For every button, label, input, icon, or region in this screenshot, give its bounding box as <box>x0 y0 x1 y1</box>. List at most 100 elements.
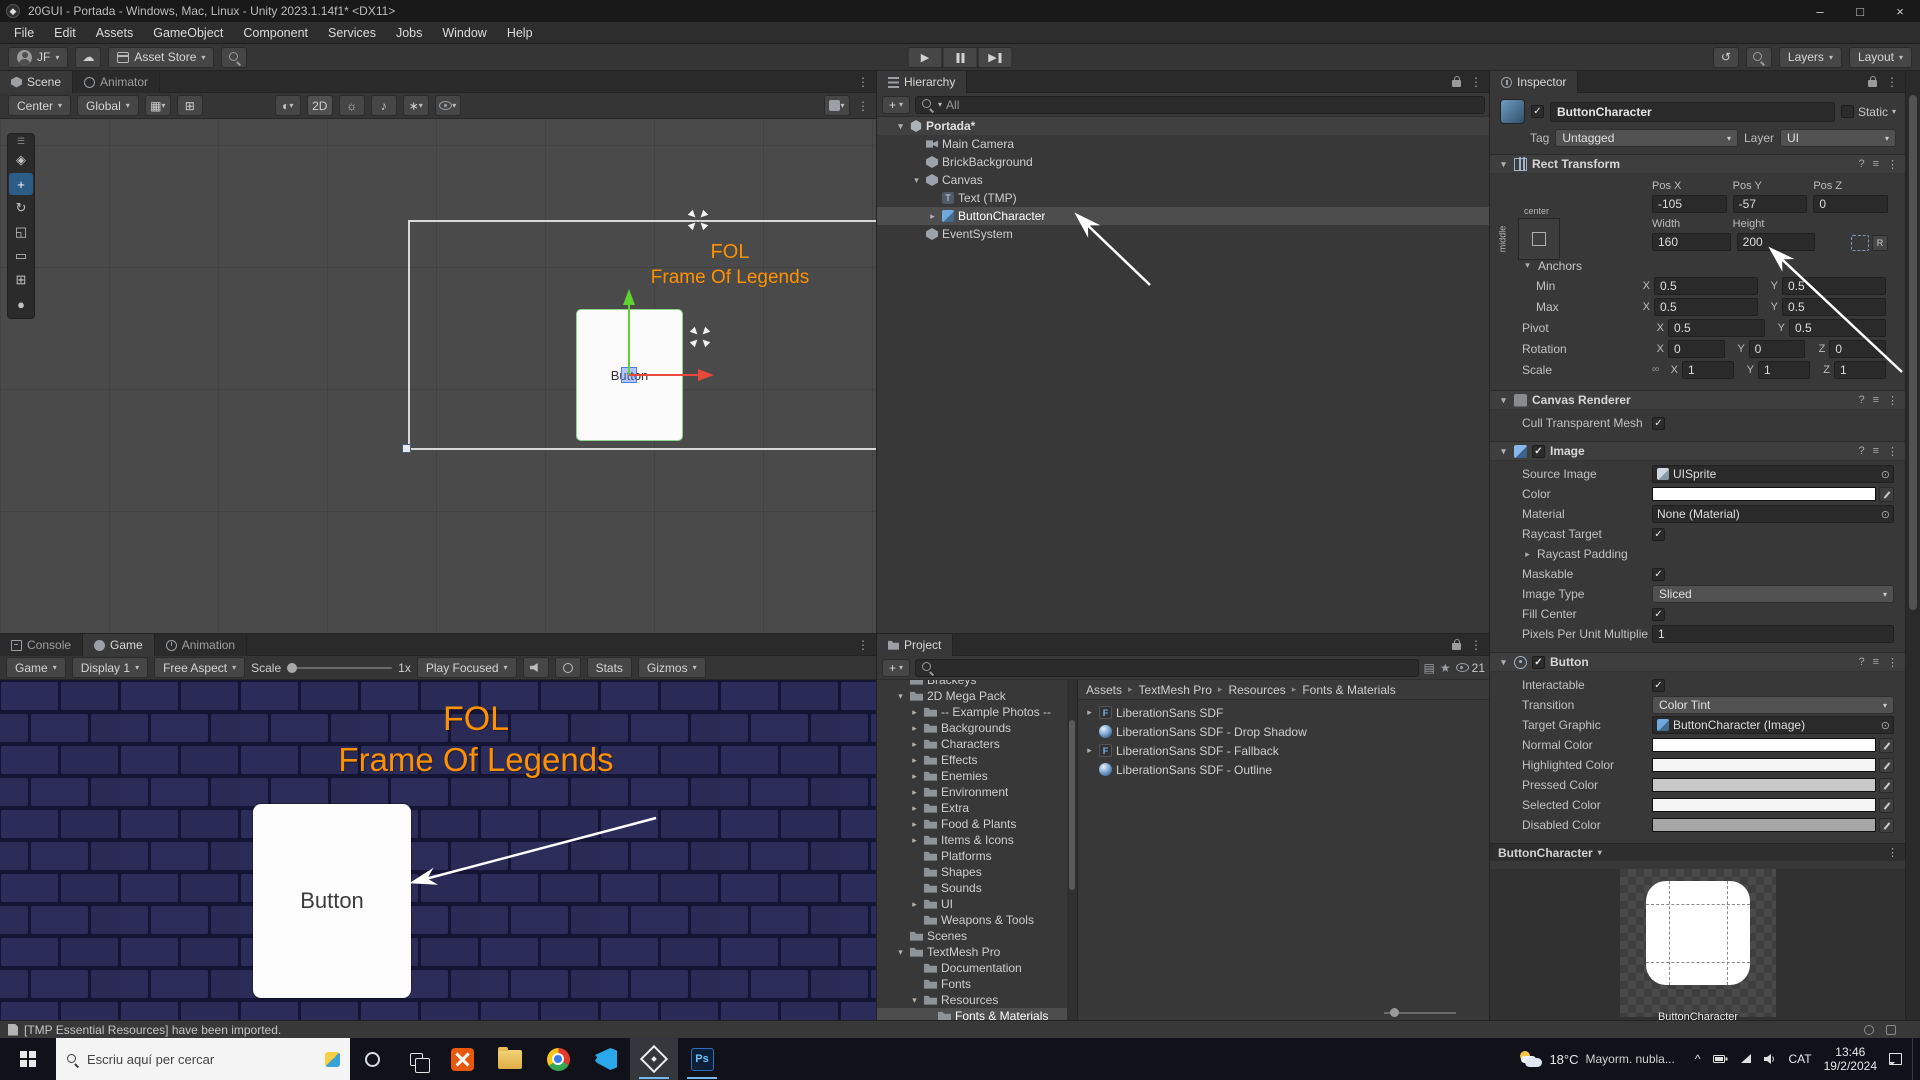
start-button[interactable] <box>0 1038 56 1080</box>
kebab-menu-icon[interactable]: ⋮ <box>1887 394 1898 407</box>
stats-button[interactable]: Stats <box>587 657 632 678</box>
foldout-arrow-icon[interactable]: ▾ <box>909 995 920 1006</box>
quick-search-button[interactable] <box>221 47 247 68</box>
account-dropdown[interactable]: JF ▾ <box>8 47 68 68</box>
blueprint-mode-icon[interactable] <box>1851 235 1869 251</box>
asset-liberationsans-sdf-fallback[interactable]: ▸FLiberationSans SDF - Fallback <box>1078 741 1490 760</box>
pos-x-field[interactable]: -105 <box>1652 195 1727 213</box>
hierarchy-item-brickbackground[interactable]: BrickBackground <box>877 153 1490 171</box>
foldout-arrow-icon[interactable]: ▸ <box>909 723 920 734</box>
action-center-icon[interactable] <box>1889 1053 1902 1065</box>
move-tool[interactable]: + <box>9 173 33 195</box>
number-field[interactable]: 1 <box>1758 361 1810 379</box>
effects-dropdown[interactable]: ∗▾ <box>403 95 429 116</box>
tab-animator[interactable]: Animator <box>73 71 160 93</box>
project-folder-resources[interactable]: ▾Resources <box>877 992 1077 1008</box>
foldout-arrow-icon[interactable]: ▸ <box>909 835 920 846</box>
foldout-arrow-icon[interactable]: ▸ <box>909 739 920 750</box>
breadcrumb-fonts-materials[interactable]: Fonts & Materials <box>1302 683 1395 697</box>
scrollbar-thumb[interactable] <box>1909 95 1917 610</box>
lock-icon[interactable] <box>1452 643 1461 650</box>
component-enabled-checkbox[interactable]: ✓ <box>1532 445 1545 458</box>
search-by-type-icon[interactable]: ▤ <box>1424 661 1435 675</box>
menu-item-edit[interactable]: Edit <box>44 22 86 44</box>
number-field[interactable]: 1 <box>1652 625 1894 643</box>
slider-knob[interactable] <box>1390 1008 1399 1017</box>
tab-inspector[interactable]: Inspector <box>1490 71 1578 93</box>
project-search-input[interactable] <box>938 661 1413 675</box>
tab-scene[interactable]: Scene <box>0 71 73 93</box>
project-folder-sounds[interactable]: Sounds <box>877 880 1077 896</box>
lighting-toggle-button[interactable]: ☼ <box>339 95 365 116</box>
game-button[interactable]: Button <box>253 804 411 998</box>
layers-dropdown[interactable]: Layers ▾ <box>1779 47 1842 68</box>
gizmos-dropdown[interactable]: Gizmos▾ <box>638 657 706 678</box>
aspect-dropdown[interactable]: Free Aspect▾ <box>154 657 245 678</box>
vscode[interactable] <box>582 1038 630 1080</box>
project-folder-characters[interactable]: ▸Characters <box>877 736 1077 752</box>
tab-hierarchy[interactable]: Hierarchy <box>877 71 967 93</box>
pos-z-field[interactable]: 0 <box>1813 195 1888 213</box>
rect-corner-handle[interactable] <box>402 444 411 453</box>
number-field[interactable]: 0 <box>1829 340 1886 358</box>
anchor-preset-button[interactable]: center middle <box>1500 206 1572 270</box>
number-field[interactable]: 0.5 <box>1782 298 1886 316</box>
number-field[interactable]: 0 <box>1749 340 1806 358</box>
hidden-packages-count[interactable]: 21 <box>1456 661 1485 675</box>
favorites-icon[interactable]: ★ <box>1440 661 1451 675</box>
raw-edit-button[interactable]: R <box>1872 235 1888 251</box>
kebab-menu-icon[interactable]: ⋮ <box>1470 638 1482 652</box>
number-field[interactable]: 1 <box>1834 361 1886 379</box>
object-picker-icon[interactable]: ⊙ <box>1881 719 1890 732</box>
foldout-arrow-icon[interactable]: ▸ <box>1084 707 1095 718</box>
task-view-button[interactable] <box>394 1038 438 1080</box>
scene-viewport[interactable]: FOL Frame Of Legends Button ☰◈+↻◱▭⊞● <box>0 119 877 634</box>
pos-y-field[interactable]: -57 <box>1733 195 1808 213</box>
project-folder-environment[interactable]: ▸Environment <box>877 784 1077 800</box>
object-field[interactable]: UISprite⊙ <box>1652 465 1894 483</box>
kebab-menu-icon[interactable]: ⋮ <box>1886 75 1898 89</box>
grid-visibility-button[interactable]: ▦▾ <box>145 95 171 116</box>
custom-tool[interactable]: ● <box>9 293 33 315</box>
tool-pivot-dropdown[interactable]: Center▾ <box>8 95 71 116</box>
lock-icon[interactable] <box>1452 80 1461 87</box>
foldout-arrow-icon[interactable]: ▾ <box>1498 395 1509 406</box>
project-folder-textmesh-pro[interactable]: ▾TextMesh Pro <box>877 944 1077 960</box>
rotate-tool[interactable]: ↻ <box>9 197 33 219</box>
mute-audio-button[interactable] <box>523 657 549 678</box>
battery-icon[interactable] <box>1713 1054 1728 1064</box>
dropdown[interactable]: Color Tint▾ <box>1652 696 1894 714</box>
eyedropper-icon[interactable] <box>1879 758 1894 773</box>
object-field[interactable]: ButtonCharacter (Image)⊙ <box>1652 716 1894 734</box>
foldout-arrow-icon[interactable]: ▸ <box>909 899 920 910</box>
tool-strip-grip[interactable]: ☰ <box>17 136 25 148</box>
menu-item-gameobject[interactable]: GameObject <box>143 22 233 44</box>
color-field[interactable] <box>1652 487 1894 502</box>
scene-camera-dropdown[interactable]: ▾ <box>824 95 850 116</box>
foldout-arrow-icon[interactable]: ▾ <box>895 947 906 958</box>
show-desktop-button[interactable] <box>1912 1038 1920 1080</box>
project-tree-scrollbar[interactable] <box>1067 680 1077 1020</box>
asset-liberationsans-sdf[interactable]: ▸FLiberationSans SDF <box>1078 703 1490 722</box>
object-picker-icon[interactable]: ⊙ <box>1881 468 1890 481</box>
lock-icon[interactable] <box>1868 80 1877 87</box>
project-folder-platforms[interactable]: Platforms <box>877 848 1077 864</box>
help-icon[interactable]: ? <box>1858 158 1864 171</box>
static-checkbox[interactable] <box>1841 105 1854 118</box>
project-folder-2d-mega-pack[interactable]: ▾2D Mega Pack <box>877 688 1077 704</box>
foldout-arrow-icon[interactable]: ▾ <box>1498 159 1509 170</box>
menu-item-component[interactable]: Component <box>233 22 318 44</box>
dropdown[interactable]: Sliced▾ <box>1652 585 1894 603</box>
project-folder-enemies[interactable]: ▸Enemies <box>877 768 1077 784</box>
taskbar-search[interactable]: Escriu aquí per cercar <box>56 1038 350 1080</box>
color-field[interactable] <box>1652 798 1894 813</box>
project-folder-items-icons[interactable]: ▸Items & Icons <box>877 832 1077 848</box>
play-button[interactable]: ▶ <box>908 47 943 68</box>
scale-tool[interactable]: ◱ <box>9 221 33 243</box>
presets-icon[interactable]: ≡ <box>1873 394 1879 407</box>
cortana-button[interactable] <box>350 1038 394 1080</box>
unity-app[interactable] <box>630 1038 678 1080</box>
step-button[interactable]: ▶ <box>978 47 1013 68</box>
hierarchy-item-portada[interactable]: ▾Portada* <box>877 117 1490 135</box>
menu-item-services[interactable]: Services <box>318 22 386 44</box>
